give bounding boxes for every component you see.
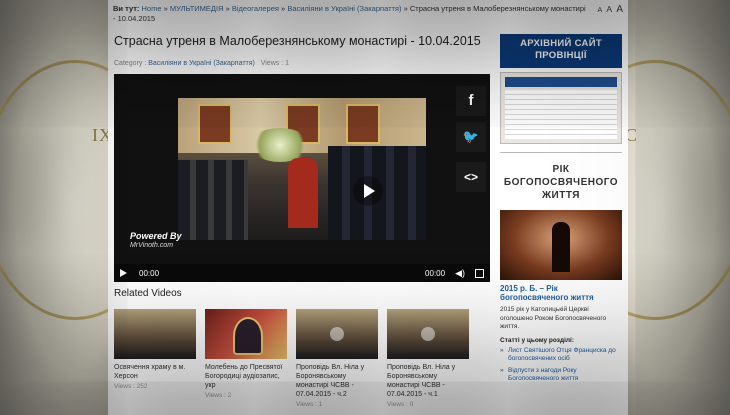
twitter-icon[interactable]: 🐦: [456, 122, 486, 152]
related-video-item[interactable]: Проповідь Вл. Ніла у Боронявському монас…: [387, 309, 469, 408]
scene-priest: [288, 158, 318, 228]
related-video-views: Views : 0: [387, 401, 414, 408]
related-video-title[interactable]: Проповідь Вл. Ніла у Боронявському монас…: [387, 363, 469, 399]
breadcrumb-prefix: Ви тут:: [113, 4, 140, 13]
page-title: Страсна утреня в Малоберезнянському мона…: [114, 34, 481, 48]
player-watermark: Powered By MrVinoth.com: [130, 232, 182, 250]
article-link[interactable]: Відпусти з нагоди Року Богопосвяченого ж…: [500, 367, 622, 384]
related-video-views: Views : 2: [205, 392, 232, 399]
news-body: 2015 рік у Католицькій Церкві оголошено …: [500, 306, 607, 330]
news-title-link[interactable]: 2015 р. Б. – Рік богопосвяченого життя: [500, 284, 622, 302]
related-videos-list: Освячення храму в м. Херсон Views : 252 …: [114, 309, 469, 408]
breadcrumb-current-cont: - 10.04.2015: [113, 14, 156, 23]
page-content: Ви тут: Home » МУЛЬТИМЕДІЯ » Відеогалере…: [108, 0, 628, 415]
sidebar: АРХІВНИЙ САЙТ ПРОВІНЦІЇ РІК БОГОПОСВЯЧЕН…: [500, 34, 622, 384]
video-player[interactable]: Powered By MrVinoth.com f 🐦 <> 00:00 00:…: [114, 74, 490, 282]
related-video-title[interactable]: Освячення храму в м. Херсон: [114, 363, 196, 381]
related-video-title[interactable]: Молебень до Пресвятої Богородиці аудіоза…: [205, 363, 287, 390]
volume-icon[interactable]: ◀): [455, 268, 465, 279]
font-size-medium[interactable]: A: [606, 4, 612, 14]
preview-header: [505, 77, 617, 87]
related-video-title[interactable]: Проповідь Вл. Ніла у Боронявському монас…: [296, 363, 378, 399]
related-video-views: Views : 1: [296, 401, 323, 408]
related-videos-heading: Related Videos: [114, 288, 182, 299]
article-meta: Category : Василіяни в Україні (Закарпат…: [114, 60, 289, 67]
breadcrumb: Ви тут: Home » МУЛЬТИМЕДІЯ » Відеогалере…: [113, 4, 586, 23]
facebook-icon[interactable]: f: [456, 86, 486, 116]
video-frame[interactable]: [178, 98, 426, 240]
related-video-item[interactable]: Освячення храму в м. Херсон Views : 252: [114, 309, 196, 408]
video-thumbnail[interactable]: [114, 309, 196, 359]
related-video-item[interactable]: Молебень до Пресвятої Богородиці аудіоза…: [205, 309, 287, 408]
watermark-line2: MrVinoth.com: [130, 242, 174, 249]
archive-site-button[interactable]: АРХІВНИЙ САЙТ ПРОВІНЦІЇ: [500, 34, 622, 68]
breadcrumb-videogallery[interactable]: Відеогалерея: [232, 4, 279, 13]
category-label: Category :: [114, 60, 147, 67]
articles-heading: Статті у цьому розділі:: [500, 336, 575, 344]
video-thumbnail[interactable]: [387, 309, 469, 359]
year-of-consecrated-life-title: РІК БОГОПОСВЯЧЕНОГО ЖИТТЯ: [503, 164, 619, 201]
video-thumbnail[interactable]: [296, 309, 378, 359]
scene-icon: [198, 104, 232, 144]
top-bar: Ви тут: Home » МУЛЬТИМЕДІЯ » Відеогалере…: [108, 0, 628, 24]
font-size-switcher: A A A: [596, 4, 623, 24]
scene-flowers: [250, 128, 310, 162]
font-size-small[interactable]: A: [598, 7, 603, 14]
breadcrumb-category[interactable]: Василіяни в Україні (Закарпаття): [287, 4, 401, 13]
time-current: 00:00: [139, 268, 160, 278]
views-label: Views :: [260, 60, 284, 67]
fullscreen-icon[interactable]: [475, 268, 484, 278]
video-thumbnail[interactable]: [205, 309, 287, 359]
play-icon[interactable]: [120, 269, 127, 277]
related-video-item[interactable]: Проповідь Вл. Ніла у Боронявському монас…: [296, 309, 378, 408]
font-size-large[interactable]: A: [616, 4, 623, 15]
watermark-line1: Powered By: [130, 231, 182, 241]
related-video-views: Views : 252: [114, 383, 148, 390]
archive-site-preview[interactable]: [500, 72, 622, 144]
views-count: 1: [285, 60, 289, 67]
preview-body: [505, 90, 617, 139]
breadcrumb-current: Страсна утреня в Малоберезнянському мона…: [409, 4, 586, 13]
scene-crowd-left: [178, 160, 248, 240]
year-banner-image[interactable]: [500, 210, 622, 280]
time-total: 00:00: [425, 268, 446, 278]
big-play-icon[interactable]: [353, 176, 383, 206]
scene-icon: [346, 104, 380, 144]
player-controls: 00:00 00:00 ◀): [114, 264, 490, 282]
article-link[interactable]: Лист Святішого Отця Франциска до богопос…: [500, 347, 622, 364]
embed-icon[interactable]: <>: [456, 162, 486, 192]
sidebar-divider: [500, 152, 622, 153]
category-link[interactable]: Василіяни в Україні (Закарпаття): [148, 60, 255, 67]
breadcrumb-multimedia[interactable]: МУЛЬТИМЕДІЯ: [170, 4, 224, 13]
breadcrumb-home[interactable]: Home: [142, 4, 162, 13]
